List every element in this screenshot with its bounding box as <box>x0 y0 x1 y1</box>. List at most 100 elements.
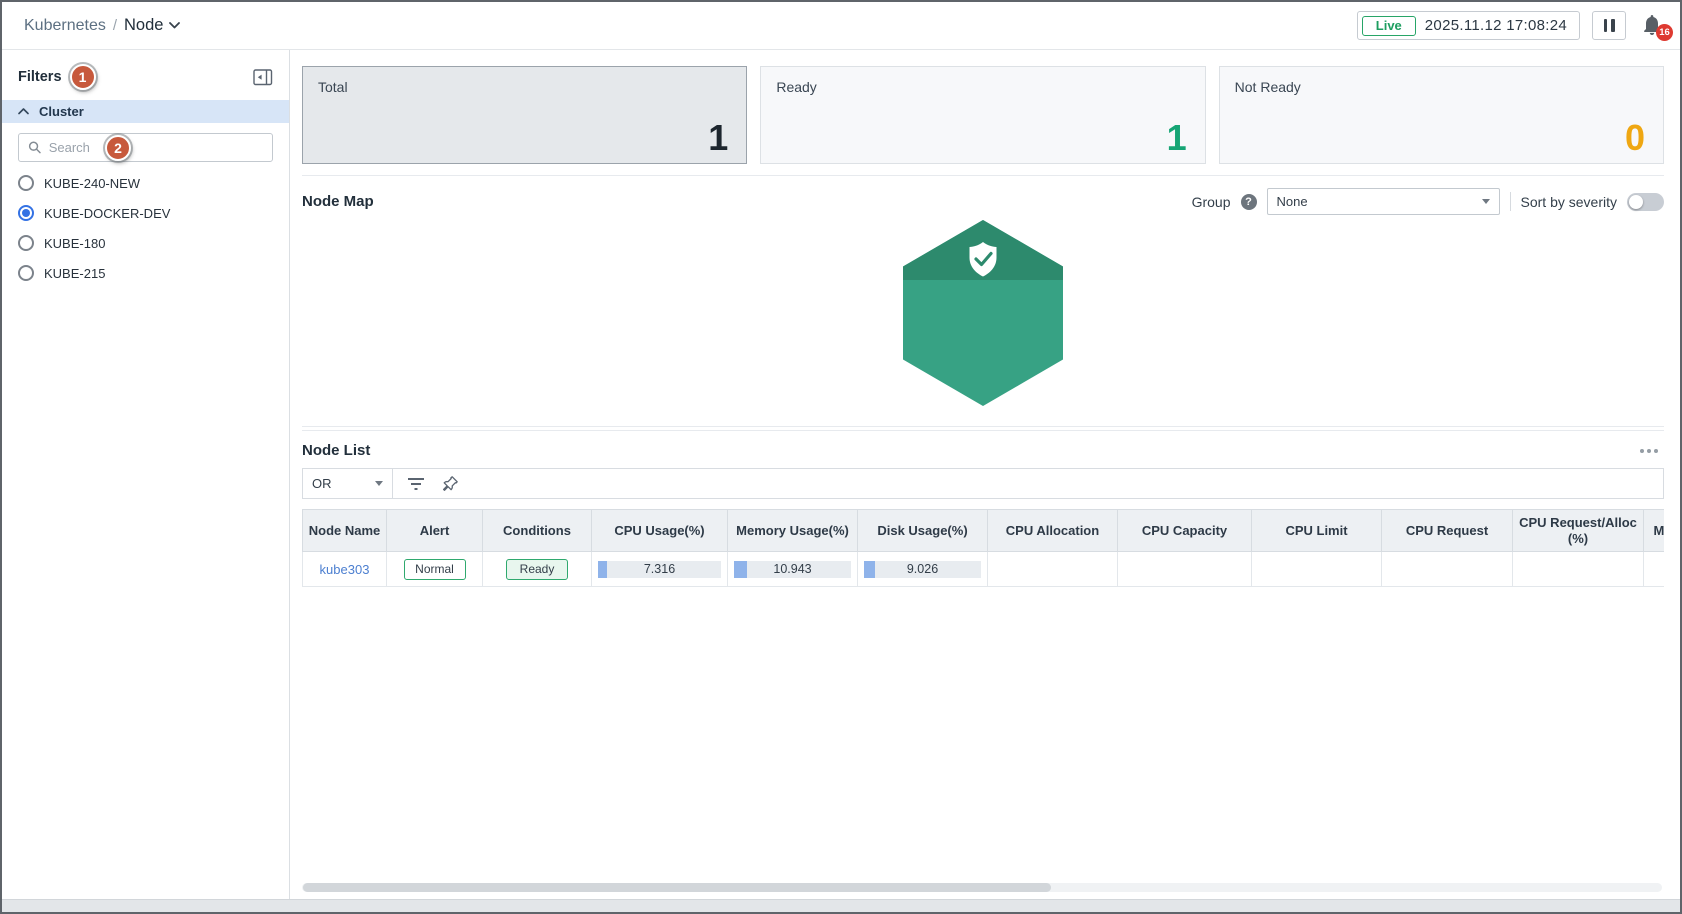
search-input[interactable] <box>49 140 263 155</box>
cell-memory-usage: 10.943 <box>728 552 858 587</box>
card-value: 1 <box>708 117 728 159</box>
collapse-panel-icon <box>253 69 273 86</box>
cell-empty <box>1118 552 1252 587</box>
pause-button[interactable] <box>1592 11 1626 40</box>
more-menu-icon[interactable] <box>1634 445 1664 457</box>
chevron-down-icon <box>1482 199 1490 204</box>
logic-operator-select[interactable]: OR <box>303 469 393 498</box>
cluster-option-kube-180[interactable]: KUBE-180 <box>2 228 289 258</box>
timestamp: 2025.11.12 17:08:24 <box>1425 17 1567 34</box>
table-row: kube303 Normal Ready <box>303 552 1665 587</box>
node-map-controls: Group ? None Sort by severity <box>1192 188 1664 215</box>
col-cpu-limit: CPU Limit <box>1252 510 1382 552</box>
cluster-option-kube-215[interactable]: KUBE-215 <box>2 258 289 288</box>
cell-node-name: kube303 <box>303 552 387 587</box>
breadcrumb-page-label: Node <box>124 16 163 35</box>
node-hexagon[interactable] <box>903 220 1063 411</box>
card-value: 1 <box>1167 117 1187 159</box>
question-icon[interactable]: ? <box>1241 194 1257 210</box>
chevron-down-icon <box>375 481 383 486</box>
notification-count-badge: 16 <box>1656 24 1673 41</box>
breadcrumb-app[interactable]: Kubernetes <box>24 17 106 35</box>
pin-button[interactable] <box>441 475 459 493</box>
radio-icon <box>18 235 34 251</box>
group-select[interactable]: None <box>1267 188 1500 215</box>
cell-empty <box>1382 552 1513 587</box>
card-not-ready[interactable]: Not Ready 0 <box>1219 66 1664 164</box>
card-label: Not Ready <box>1235 79 1648 95</box>
node-list-header: Node List <box>302 442 1664 459</box>
live-badge: Live <box>1362 16 1416 36</box>
col-cpu-allocation: CPU Allocation <box>988 510 1118 552</box>
node-list-section: Node List OR <box>302 430 1664 899</box>
cell-disk-usage: 9.026 <box>858 552 988 587</box>
col-disk-usage: Disk Usage(%) <box>858 510 988 552</box>
card-label: Total <box>318 79 731 95</box>
filter-icon <box>408 477 426 491</box>
sort-by-severity-toggle[interactable] <box>1627 193 1664 211</box>
bar-value: 9.026 <box>864 561 981 578</box>
col-alert: Alert <box>387 510 483 552</box>
col-conditions: Conditions <box>483 510 592 552</box>
bar-value: 10.943 <box>734 561 851 578</box>
conditions-badge: Ready <box>506 559 568 580</box>
cluster-search-box: 2 <box>18 133 273 162</box>
cell-conditions: Ready <box>483 552 592 587</box>
annotation-badge-2: 2 <box>105 135 131 161</box>
horizontal-scrollbar <box>302 883 1662 892</box>
scrollbar-thumb[interactable] <box>303 883 1051 892</box>
node-map-section: Node Map Group ? None Sort by severity <box>302 175 1664 427</box>
top-bar: Kubernetes / Node Live 2025.11.12 17:08:… <box>2 2 1680 50</box>
cluster-section-label: Cluster <box>39 104 84 119</box>
body: Filters 1 Cluster <box>2 50 1680 899</box>
chevron-down-icon <box>169 22 180 29</box>
node-link[interactable]: kube303 <box>320 562 370 577</box>
col-truncated: Me <box>1644 510 1665 552</box>
filter-button[interactable] <box>408 477 426 491</box>
radio-icon <box>18 265 34 281</box>
chevron-up-icon <box>18 108 29 115</box>
collapse-sidebar-button[interactable] <box>253 69 273 86</box>
col-node-name: Node Name <box>303 510 387 552</box>
divider <box>1510 192 1511 211</box>
empty-area <box>302 587 1664 883</box>
cell-cpu-usage: 7.316 <box>592 552 728 587</box>
cluster-option-label: KUBE-215 <box>44 266 105 281</box>
table-filter-bar: OR <box>302 468 1664 499</box>
cluster-option-kube-240-new[interactable]: KUBE-240-NEW <box>2 168 289 198</box>
card-label: Ready <box>776 79 1189 95</box>
col-memory-usage: Memory Usage(%) <box>728 510 858 552</box>
disk-usage-bar: 9.026 <box>864 561 981 578</box>
sort-by-severity-label: Sort by severity <box>1521 194 1617 210</box>
radio-icon <box>18 175 34 191</box>
card-ready[interactable]: Ready 1 <box>760 66 1205 164</box>
notifications-button[interactable]: 16 <box>1640 13 1666 39</box>
cell-empty <box>1644 552 1665 587</box>
search-icon <box>28 140 42 155</box>
cell-alert: Normal <box>387 552 483 587</box>
pin-icon <box>441 475 459 493</box>
summary-cards: Total 1 Ready 1 Not Ready 0 <box>302 66 1664 164</box>
breadcrumb-separator: / <box>113 17 117 34</box>
filters-title: Filters <box>18 69 62 85</box>
col-cpu-request-alloc: CPU Request/Alloc (%) <box>1513 510 1644 552</box>
topbar-right: Live 2025.11.12 17:08:24 16 <box>1357 11 1666 40</box>
filters-header: Filters 1 <box>2 62 289 92</box>
node-table: Node Name Alert Conditions CPU Usage(%) … <box>302 509 1664 587</box>
filters-sidebar: Filters 1 Cluster <box>2 50 290 899</box>
card-total[interactable]: Total 1 <box>302 66 747 164</box>
cluster-section-header[interactable]: Cluster <box>2 100 289 123</box>
bar-value: 7.316 <box>598 561 721 578</box>
breadcrumb-page-menu[interactable]: Node <box>124 16 180 35</box>
time-range-picker[interactable]: Live 2025.11.12 17:08:24 <box>1357 11 1580 40</box>
node-map-title: Node Map <box>302 193 374 210</box>
cluster-option-kube-docker-dev[interactable]: KUBE-DOCKER-DEV <box>2 198 289 228</box>
group-label: Group <box>1192 194 1231 210</box>
group-select-value: None <box>1277 194 1308 209</box>
cell-empty <box>1513 552 1644 587</box>
bottom-strip <box>2 899 1680 912</box>
node-list-title: Node List <box>302 442 370 459</box>
annotation-badge-1: 1 <box>70 64 96 90</box>
node-map-header: Node Map Group ? None Sort by severity <box>302 188 1664 215</box>
cell-empty <box>1252 552 1382 587</box>
